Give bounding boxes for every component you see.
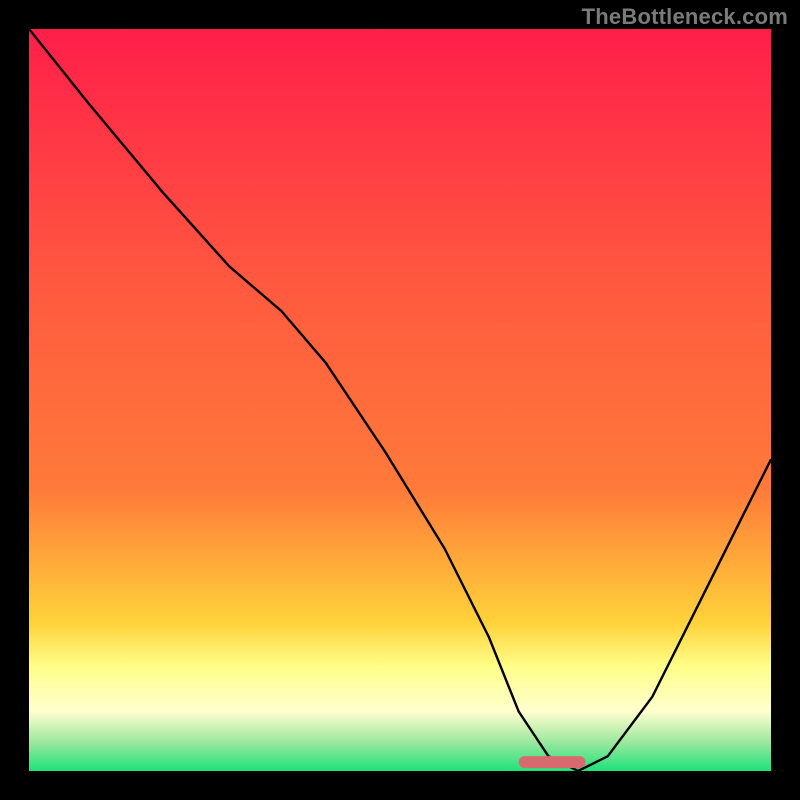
bottleneck-chart [29, 29, 771, 771]
watermark-text: TheBottleneck.com [582, 4, 788, 30]
gradient-background [29, 29, 771, 771]
plot-area [29, 29, 771, 771]
optimal-marker [519, 756, 586, 768]
chart-frame: TheBottleneck.com [0, 0, 800, 800]
